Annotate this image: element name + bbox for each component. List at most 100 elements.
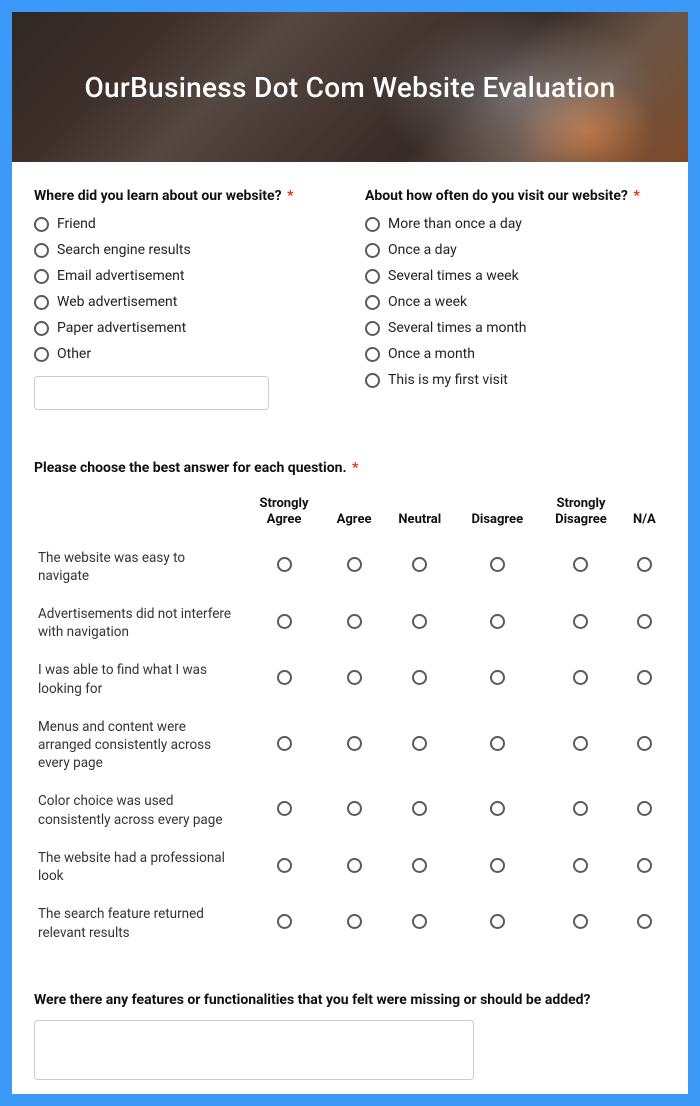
matrix-cell[interactable] (455, 708, 539, 783)
matrix-cell[interactable] (455, 895, 539, 951)
radio-icon[interactable] (490, 858, 505, 873)
radio-icon[interactable] (347, 557, 362, 572)
radio-icon[interactable] (412, 858, 427, 873)
matrix-cell[interactable] (384, 782, 455, 838)
radio-icon[interactable] (412, 614, 427, 629)
radio-icon[interactable] (412, 801, 427, 816)
radio-icon[interactable] (277, 614, 292, 629)
matrix-cell[interactable] (623, 651, 666, 707)
radio-icon[interactable] (34, 217, 49, 232)
matrix-cell[interactable] (455, 539, 539, 595)
radio-icon[interactable] (277, 557, 292, 572)
matrix-cell[interactable] (623, 539, 666, 595)
radio-option[interactable]: Email advertisement (34, 268, 335, 284)
radio-icon[interactable] (365, 295, 380, 310)
open-answer-textarea[interactable] (34, 1020, 474, 1080)
radio-icon[interactable] (573, 670, 588, 685)
matrix-cell[interactable] (539, 708, 623, 783)
radio-option[interactable]: More than once a day (365, 216, 666, 232)
matrix-cell[interactable] (623, 839, 666, 895)
radio-icon[interactable] (347, 801, 362, 816)
radio-icon[interactable] (34, 347, 49, 362)
matrix-cell[interactable] (384, 708, 455, 783)
radio-icon[interactable] (412, 557, 427, 572)
matrix-cell[interactable] (244, 839, 324, 895)
radio-icon[interactable] (573, 801, 588, 816)
matrix-cell[interactable] (324, 839, 384, 895)
radio-option[interactable]: Several times a week (365, 268, 666, 284)
radio-option[interactable]: Once a day (365, 242, 666, 258)
radio-icon[interactable] (490, 801, 505, 816)
matrix-cell[interactable] (623, 708, 666, 783)
radio-icon[interactable] (573, 736, 588, 751)
radio-option[interactable]: Once a week (365, 294, 666, 310)
radio-icon[interactable] (277, 914, 292, 929)
radio-icon[interactable] (412, 736, 427, 751)
radio-icon[interactable] (637, 736, 652, 751)
radio-icon[interactable] (277, 736, 292, 751)
matrix-cell[interactable] (324, 895, 384, 951)
matrix-cell[interactable] (324, 595, 384, 651)
matrix-cell[interactable] (539, 895, 623, 951)
radio-icon[interactable] (490, 557, 505, 572)
matrix-cell[interactable] (539, 595, 623, 651)
radio-icon[interactable] (573, 858, 588, 873)
matrix-cell[interactable] (623, 782, 666, 838)
matrix-cell[interactable] (324, 539, 384, 595)
radio-icon[interactable] (573, 614, 588, 629)
matrix-cell[interactable] (324, 782, 384, 838)
radio-icon[interactable] (347, 858, 362, 873)
radio-icon[interactable] (277, 858, 292, 873)
radio-icon[interactable] (365, 373, 380, 388)
radio-icon[interactable] (365, 217, 380, 232)
radio-icon[interactable] (347, 670, 362, 685)
matrix-cell[interactable] (455, 839, 539, 895)
other-text-input[interactable] (34, 376, 269, 410)
radio-icon[interactable] (34, 243, 49, 258)
matrix-cell[interactable] (244, 708, 324, 783)
radio-icon[interactable] (637, 557, 652, 572)
radio-icon[interactable] (365, 321, 380, 336)
radio-icon[interactable] (365, 269, 380, 284)
radio-icon[interactable] (490, 614, 505, 629)
radio-option[interactable]: Search engine results (34, 242, 335, 258)
radio-option[interactable]: This is my first visit (365, 372, 666, 388)
matrix-cell[interactable] (539, 782, 623, 838)
matrix-cell[interactable] (244, 595, 324, 651)
radio-icon[interactable] (637, 858, 652, 873)
radio-icon[interactable] (412, 914, 427, 929)
radio-icon[interactable] (277, 670, 292, 685)
radio-icon[interactable] (490, 670, 505, 685)
matrix-cell[interactable] (244, 895, 324, 951)
matrix-cell[interactable] (244, 539, 324, 595)
matrix-cell[interactable] (324, 708, 384, 783)
radio-icon[interactable] (34, 295, 49, 310)
matrix-cell[interactable] (244, 651, 324, 707)
radio-icon[interactable] (637, 670, 652, 685)
matrix-cell[interactable] (324, 651, 384, 707)
matrix-cell[interactable] (539, 651, 623, 707)
radio-option[interactable]: Once a month (365, 346, 666, 362)
radio-option[interactable]: Other (34, 346, 335, 362)
radio-option[interactable]: Paper advertisement (34, 320, 335, 336)
matrix-cell[interactable] (539, 839, 623, 895)
radio-icon[interactable] (34, 269, 49, 284)
matrix-cell[interactable] (244, 782, 324, 838)
matrix-cell[interactable] (384, 539, 455, 595)
radio-option[interactable]: Web advertisement (34, 294, 335, 310)
radio-icon[interactable] (347, 914, 362, 929)
radio-icon[interactable] (637, 801, 652, 816)
matrix-cell[interactable] (623, 595, 666, 651)
radio-icon[interactable] (365, 347, 380, 362)
matrix-cell[interactable] (384, 595, 455, 651)
radio-icon[interactable] (34, 321, 49, 336)
matrix-cell[interactable] (384, 895, 455, 951)
radio-option[interactable]: Several times a month (365, 320, 666, 336)
radio-icon[interactable] (573, 914, 588, 929)
radio-icon[interactable] (347, 614, 362, 629)
radio-icon[interactable] (277, 801, 292, 816)
matrix-cell[interactable] (384, 651, 455, 707)
radio-icon[interactable] (637, 914, 652, 929)
radio-icon[interactable] (573, 557, 588, 572)
matrix-cell[interactable] (539, 539, 623, 595)
